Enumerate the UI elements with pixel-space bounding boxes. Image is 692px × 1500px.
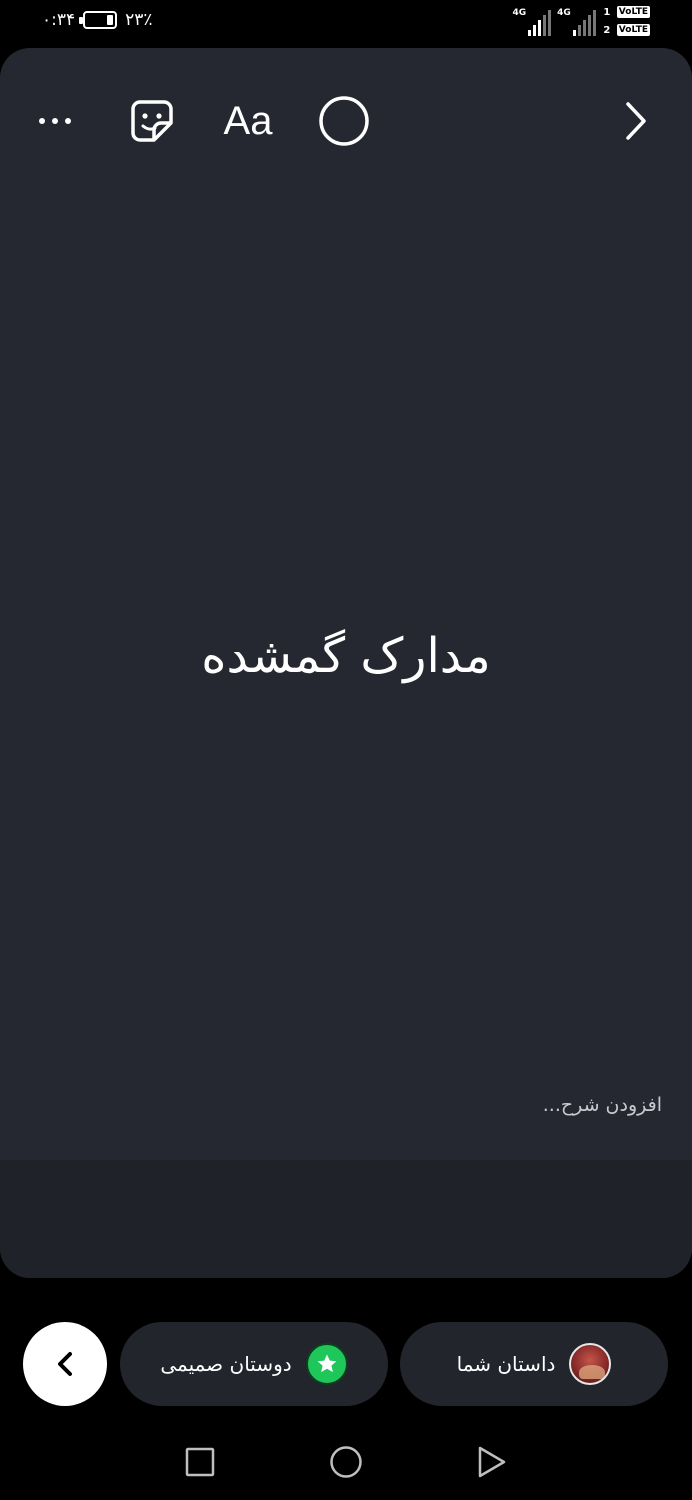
share-options: دوستان صمیمی داستان شما: [0, 1322, 692, 1408]
story-text[interactable]: مدارک گمشده: [0, 628, 692, 684]
more-options-button[interactable]: [22, 88, 88, 154]
battery-fill: [107, 15, 114, 25]
text-tool-button[interactable]: Aa: [215, 88, 281, 154]
story-canvas[interactable]: Aa مدارک گمشده افزودن شرح...: [0, 48, 692, 1278]
close-friends-button[interactable]: دوستان صمیمی: [120, 1322, 388, 1406]
square-icon: [185, 1447, 215, 1477]
circle-home-icon: [330, 1446, 362, 1478]
home-button[interactable]: [324, 1440, 368, 1484]
sim-number-2: 2: [603, 24, 611, 36]
chevron-left-icon: [58, 1352, 72, 1376]
sticker-button[interactable]: [119, 88, 185, 154]
volte-badge-1: VoLTE: [616, 6, 650, 18]
recents-button[interactable]: [178, 1440, 222, 1484]
close-friends-label: دوستان صمیمی: [160, 1352, 292, 1376]
your-story-button[interactable]: داستان شما: [400, 1322, 668, 1406]
circle-icon: [319, 96, 369, 146]
network-2: 4G: [557, 6, 596, 36]
star-icon: [305, 1343, 348, 1385]
chevron-right-icon: [626, 102, 646, 140]
signal-bars-2-icon: [572, 10, 596, 36]
status-time: ۰:۳۴: [42, 10, 76, 30]
signal-bars-1-icon: [528, 10, 552, 36]
status-right: 4G 4G 1 VoLTE 2 VoLTE: [512, 6, 650, 36]
back-button[interactable]: [23, 1322, 107, 1406]
status-left: ۰:۳۴ ۲۳٪: [42, 10, 153, 30]
sim-2: 2 VoLTE: [602, 24, 650, 36]
network-type-1: 4G: [512, 8, 527, 18]
sim-indicators: 1 VoLTE 2 VoLTE: [602, 6, 650, 36]
your-story-label: داستان شما: [456, 1352, 556, 1376]
draw-button[interactable]: [311, 88, 377, 154]
caption-input[interactable]: افزودن شرح...: [262, 1094, 662, 1116]
story-editor-screen: ۰:۳۴ ۲۳٪ 4G 4G 1 VoLTE 2 VoLTE Aa مدارک …: [0, 0, 692, 1500]
sim-1: 1 VoLTE: [602, 6, 650, 18]
sim-number-1: 1: [603, 6, 611, 18]
triangle-back-icon: [478, 1446, 506, 1478]
battery-icon: [79, 11, 118, 29]
sticker-icon: [131, 100, 173, 142]
status-bar: ۰:۳۴ ۲۳٪ 4G 4G 1 VoLTE 2 VoLTE: [0, 0, 692, 46]
network-1: 4G: [512, 6, 552, 36]
volte-badge-2: VoLTE: [616, 24, 650, 36]
system-nav-bar: [0, 1425, 692, 1500]
nav-back-button[interactable]: [470, 1440, 514, 1484]
more-horizontal-icon: [39, 118, 71, 124]
battery-percent: ۲۳٪: [125, 10, 153, 30]
avatar: [569, 1343, 612, 1385]
editor-toolbar: Aa: [0, 88, 692, 154]
network-type-2: 4G: [557, 8, 571, 18]
canvas-caption-area: [0, 1160, 692, 1278]
next-button[interactable]: [603, 88, 669, 154]
